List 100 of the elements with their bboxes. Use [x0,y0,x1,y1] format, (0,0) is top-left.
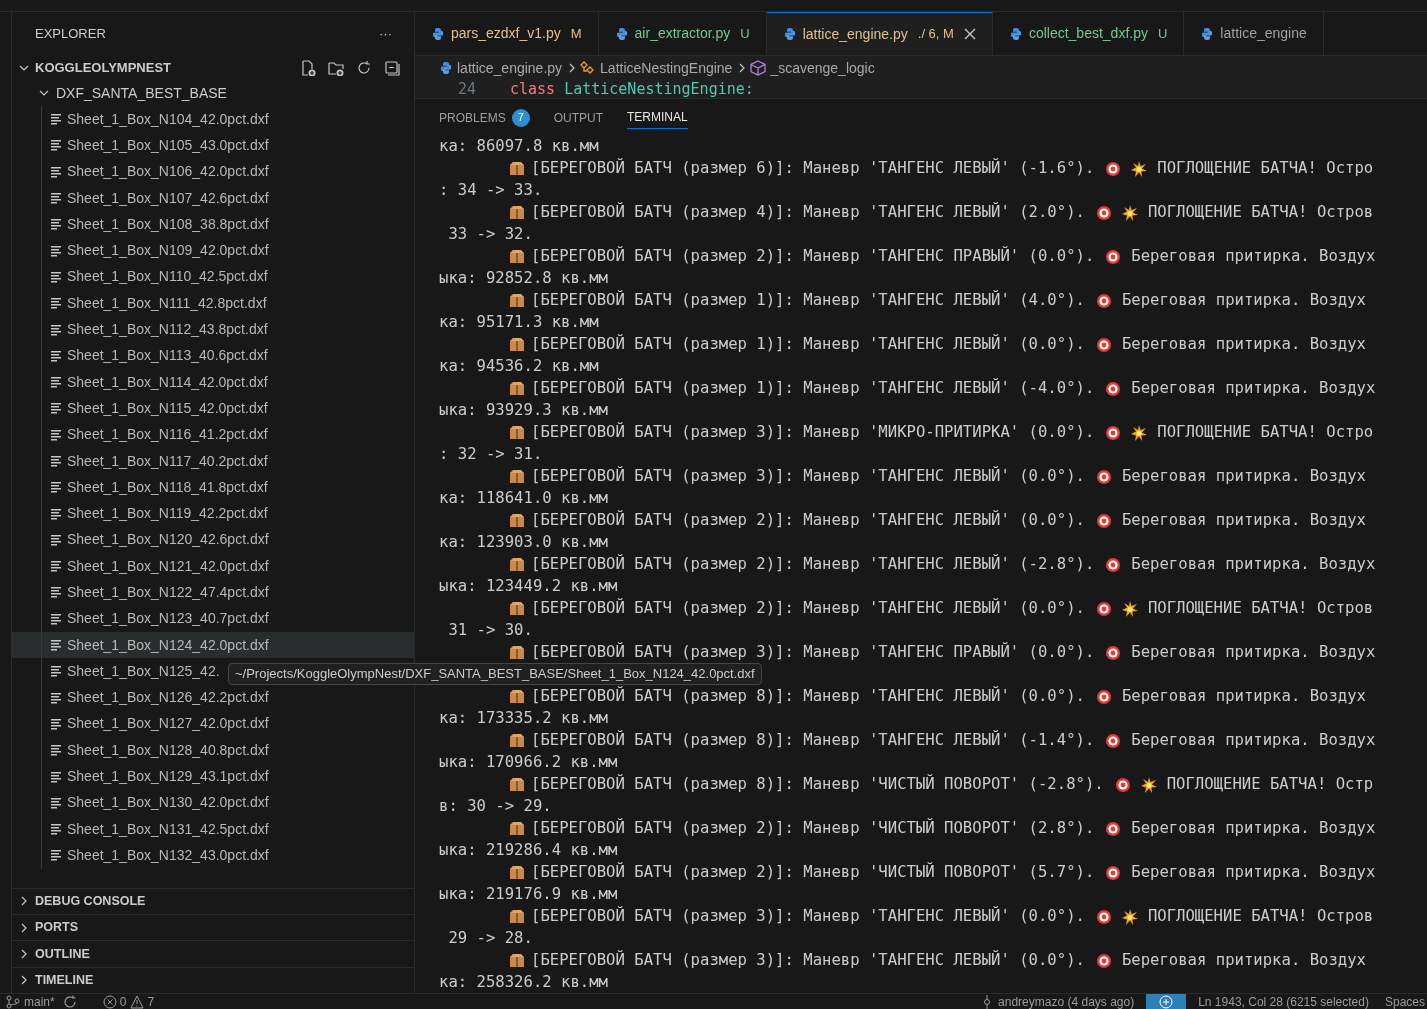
box-icon [509,865,525,881]
file-row[interactable]: Sheet_1_Box_N116_41.2pct.dxf [12,421,414,448]
terminal-line: ыка: 219286.4 кв.мм [439,840,618,862]
target-icon [1105,821,1122,837]
section-header[interactable]: OUTLINE [12,940,414,967]
terminal-text: Береговая притирка. Воздух [1131,818,1376,840]
add-button[interactable] [1146,994,1187,1009]
terminal-text: [БЕРЕГОВОЙ БАТЧ (размер 2)]: Маневр 'ТАНГЕНС ЛЕВЫЙ' (0.0°). [531,597,1085,620]
folder-row[interactable]: DXF_SANTA_BEST_BASE [12,80,414,106]
terminal-text: Береговая притирка. Воздух [1121,686,1366,708]
breadcrumb-item[interactable]: _scavenge_logic [770,57,875,79]
new-file-icon[interactable] [300,60,316,76]
file-row[interactable]: Sheet_1_Box_N113_40.6pct.dxf [12,342,414,369]
python-icon [432,26,444,41]
file-lines-icon [51,270,61,283]
file-row[interactable]: Sheet_1_Box_N123_40.7pct.dxf [12,605,414,632]
file-lines-icon [51,376,61,389]
path-tooltip: ~/Projects/KoggleOlympNest/DXF_SANTA_BEST_BASE/Sheet_1_Box_N124_42.0pct.dxf [228,663,762,685]
new-folder-icon[interactable] [328,60,344,76]
terminal-line: ка: 94536.2 кв.мм [439,356,599,378]
file-row[interactable]: Sheet_1_Box_N119_42.2pct.dxf [12,500,414,527]
breadcrumb-item[interactable]: lattice_engine.py [457,57,563,79]
project-folder-row[interactable]: KOGGLEOLYMPNEST [12,56,414,80]
file-lines-icon [51,402,61,415]
file-lines-icon [51,507,61,520]
error-count[interactable]: 0 [119,994,127,1009]
terminal-text: [БЕРЕГОВОЙ БАТЧ (размер 2)]: Маневр 'ТАНГЕНС ЛЕВЫЙ' (0.0°). [531,509,1085,532]
file-row[interactable]: Sheet_1_Box_N104_42.0pct.dxf [12,106,414,133]
file-row[interactable]: Sheet_1_Box_N118_41.8pct.dxf [12,474,414,501]
box-icon [509,821,525,837]
box-icon [509,689,525,705]
target-icon [1105,381,1122,397]
file-lines-icon [51,139,61,152]
cube-icon [750,60,767,76]
file-row[interactable]: Sheet_1_Box_N108_38.8pct.dxf [12,211,414,238]
file-row[interactable]: Sheet_1_Box_N117_40.2pct.dxf [12,447,414,475]
box-icon [509,161,525,177]
editor-tab[interactable]: lattice_engine.py ./ 6, M [766,12,993,55]
box-icon [509,469,525,485]
terminal-text: Береговая притирка. Воздух [1131,246,1376,268]
file-row[interactable]: Sheet_1_Box_N106_42.0pct.dxf [12,158,414,185]
warning-count[interactable]: 7 [147,994,155,1009]
branch-name[interactable]: main* [24,994,55,1009]
panel-tab[interactable]: OUTPUT [553,106,604,129]
terminal-text: [БЕРЕГОВОЙ БАТЧ (размер 8)]: Маневр 'ЧИСТЫЙ ПОВОРОТ' (-2.8°). [531,773,1104,796]
file-row[interactable]: Sheet_1_Box_N115_42.0pct.dxf [12,395,414,422]
terminal-text: [БЕРЕГОВОЙ БАТЧ (размер 8)]: Маневр 'ТАНГЕНС ЛЕВЫЙ' (0.0°). [531,685,1085,708]
file-row[interactable]: Sheet_1_Box_N132_43.0pct.dxf [12,842,414,869]
box-icon [509,293,525,309]
file-lines-icon [51,586,61,599]
collapse-all-icon[interactable] [384,60,400,76]
refresh-icon[interactable] [356,60,372,76]
terminal-text: Береговая притирка. Воздух [1121,334,1366,356]
section-header[interactable]: DEBUG CONSOLE [12,887,414,915]
file-lines-icon [51,113,61,126]
more-actions-button[interactable]: ··· [379,24,392,44]
file-row[interactable]: Sheet_1_Box_N114_42.0pct.dxf [12,368,414,396]
file-lines-icon [51,849,61,862]
indentation-setting[interactable]: Spaces [1384,994,1425,1009]
breadcrumb-item[interactable]: LatticeNestingEngine [600,57,733,79]
box-icon [509,601,525,617]
target-icon [1114,777,1131,793]
panel-tab[interactable]: PROBLEMS 7 [439,106,530,129]
box-icon [509,337,525,353]
file-lines-icon [51,560,61,573]
file-row[interactable]: Sheet_1_Box_N122_47.4pct.dxf [12,579,414,606]
python-icon [440,61,452,75]
file-lines-icon [51,533,61,546]
file-row[interactable]: Sheet_1_Box_N120_42.6pct.dxf [12,526,414,554]
terminal-text: Береговая притирка. Воздух [1131,862,1376,884]
panel-tab[interactable]: TERMINAL [627,106,688,129]
file-row[interactable]: Sheet_1_Box_N110_42.5pct.dxf [12,263,414,291]
file-row[interactable]: Sheet_1_Box_N107_42.6pct.dxf [12,184,414,212]
file-row[interactable]: Sheet_1_Box_N131_42.5pct.dxf [12,816,414,843]
file-row[interactable]: Sheet_1_Box_N121_42.0pct.dxf [12,553,414,580]
burst-icon [1121,909,1138,925]
terminal-line: ка: 123903.0 кв.мм [439,532,608,554]
python-icon [616,26,627,41]
file-row[interactable]: Sheet_1_Box_N129_43.1pct.dxf [12,763,414,790]
cursor-position[interactable]: Ln 1943, Col 28 (6215 selected) [1198,994,1369,1009]
file-row[interactable]: Sheet_1_Box_N111_42.8pct.dxf [12,290,414,317]
python-icon [1010,26,1022,41]
box-icon [509,733,525,749]
file-row[interactable]: Sheet_1_Box_N130_42.0pct.dxf [12,789,414,816]
terminal-line: : 32 -> 31. [439,444,543,466]
file-row[interactable]: Sheet_1_Box_N112_43.8pct.dxf [12,316,414,343]
file-row[interactable]: Sheet_1_Box_N126_42.2pct.dxf [12,684,414,711]
terminal-line: в: 30 -> 29. [439,796,552,818]
blame-info[interactable]: andreymazo (4 days ago) [998,994,1135,1009]
box-icon [509,953,525,969]
file-row[interactable]: Sheet_1_Box_N109_42.0pct.dxf [12,237,414,264]
file-row[interactable]: Sheet_1_Box_N105_43.0pct.dxf [12,132,414,159]
file-row[interactable]: Sheet_1_Box_N128_40.8pct.dxf [12,737,414,764]
box-icon [509,557,525,573]
file-row[interactable]: Sheet_1_Box_N127_42.0pct.dxf [12,710,414,738]
terminal-text: ПОГЛОЩЕНИЕ БАТЧА! Остров [1147,906,1374,928]
target-icon [1095,469,1112,485]
file-row[interactable]: Sheet_1_Box_N124_42.0pct.dxf [12,631,414,659]
section-header[interactable]: PORTS [12,914,414,941]
count-badge: 7 [511,108,530,127]
